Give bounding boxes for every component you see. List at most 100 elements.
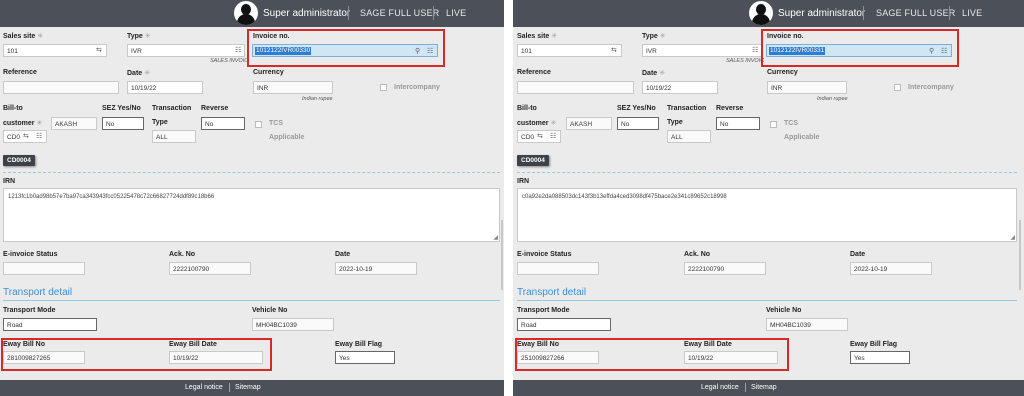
irn-textarea[interactable]: 1213fc1b0ad98b57e7ba97ca343943fcc0522547… — [3, 188, 500, 242]
customer-chip[interactable]: CD0004 — [3, 155, 35, 166]
avatar[interactable] — [749, 1, 773, 25]
lookup-icon[interactable]: ⇆ — [611, 46, 617, 54]
sales-site-field[interactable]: 101 — [517, 44, 622, 57]
einvoice-status-field[interactable] — [517, 262, 599, 275]
ack-date-field[interactable]: 2022-10-19 — [335, 262, 417, 275]
scrollbar[interactable] — [501, 220, 503, 290]
reverse-label: Reverse — [716, 105, 744, 112]
list-icon[interactable]: ☷ — [36, 132, 42, 140]
user-name[interactable]: Super administrator — [778, 8, 865, 19]
type-field[interactable]: IVR — [642, 44, 762, 57]
eway-bill-flag-label: Eway Bill Flag — [335, 341, 383, 348]
currency-field[interactable]: INR — [253, 81, 333, 94]
transport-section-title: Transport detail — [517, 287, 587, 298]
lookup-icon[interactable]: ⇆ — [23, 132, 29, 140]
transport-mode-field[interactable]: Road — [517, 318, 611, 331]
transaction-type-label: Type — [152, 119, 168, 126]
list-icon[interactable]: ☷ — [235, 46, 241, 54]
eway-bill-flag-label: Eway Bill Flag — [850, 341, 898, 348]
customer-chip[interactable]: CD0004 — [517, 155, 549, 166]
highlight-invoice-no — [247, 29, 445, 67]
sez-field[interactable]: No — [617, 117, 659, 130]
type-field[interactable]: IVR — [127, 44, 245, 57]
divider — [3, 172, 500, 173]
environment-label[interactable]: LIVE — [446, 8, 466, 18]
type-hint: SALES INVOIC — [726, 58, 765, 64]
currency-hint: Indian rupee — [817, 96, 848, 102]
transport-mode-field[interactable]: Road — [3, 318, 97, 331]
user-role[interactable]: SAGE FULL USER — [360, 8, 440, 18]
legal-notice-link[interactable]: Legal notice — [701, 384, 739, 391]
user-role[interactable]: SAGE FULL USER — [876, 8, 956, 18]
tcs-applicable-label: Applicable — [269, 134, 305, 141]
transaction-type-label: Type — [667, 119, 683, 126]
eway-bill-flag-field[interactable]: Yes — [850, 351, 910, 364]
legal-notice-link[interactable]: Legal notice — [185, 384, 223, 391]
einvoice-status-label: E-invoice Status — [3, 251, 58, 258]
reference-label: Reference — [517, 69, 551, 76]
bill-to-name-field[interactable]: AKASH — [566, 117, 612, 130]
tcs-applicable-label: Applicable — [784, 134, 820, 141]
highlight-eway-bill — [515, 338, 789, 371]
transport-mode-label: Transport Mode — [3, 307, 56, 314]
ack-date-field[interactable]: 2022-10-19 — [850, 262, 932, 275]
bill-to-name-field[interactable]: AKASH — [51, 117, 97, 130]
vehicle-no-field[interactable]: MH04BC1039 — [252, 318, 334, 331]
divider — [3, 300, 500, 301]
reverse-field[interactable]: No — [201, 117, 245, 130]
intercompany-checkbox[interactable] — [380, 84, 387, 91]
user-name[interactable]: Super administrator — [263, 8, 350, 19]
resize-grip-icon[interactable]: ◢ — [493, 234, 498, 241]
sitemap-link[interactable]: Sitemap — [235, 384, 261, 391]
resize-grip-icon[interactable]: ◢ — [1010, 234, 1015, 241]
intercompany-label: Intercompany — [394, 84, 440, 91]
currency-field[interactable]: INR — [767, 81, 847, 94]
ack-date-label: Date — [335, 251, 351, 258]
top-bar: Super administrator SAGE FULL USER LIVE — [513, 0, 1024, 27]
avatar[interactable] — [234, 1, 258, 25]
transaction-type-field[interactable]: ALL — [152, 130, 196, 143]
tcs-checkbox[interactable] — [770, 121, 777, 128]
tcs-checkbox[interactable] — [255, 121, 262, 128]
highlight-invoice-no — [761, 29, 959, 67]
date-field[interactable]: 10/19/22 — [127, 81, 203, 94]
ack-no-field[interactable]: 2222100790 — [169, 262, 251, 275]
reference-field[interactable] — [3, 81, 119, 94]
eway-bill-flag-field[interactable]: Yes — [335, 351, 395, 364]
date-field[interactable]: 10/19/22 — [642, 81, 718, 94]
irn-textarea[interactable]: c0a92e2da088503dc143f3b13effda4ced3098df… — [517, 188, 1017, 242]
footer: Legal notice Sitemap — [513, 380, 1024, 396]
list-icon[interactable]: ☷ — [550, 132, 556, 140]
tcs-label: TCS — [784, 120, 798, 127]
intercompany-checkbox[interactable] — [894, 84, 901, 91]
vehicle-no-field[interactable]: MH04BC1039 — [766, 318, 848, 331]
transport-section-title: Transport detail — [3, 287, 73, 298]
lookup-icon[interactable]: ⇆ — [537, 132, 543, 140]
reverse-field[interactable]: No — [716, 117, 760, 130]
left-invoice-panel: Super administrator SAGE FULL USER LIVE … — [0, 0, 504, 396]
date-label: Date ✳ — [642, 70, 666, 77]
einvoice-status-field[interactable] — [3, 262, 85, 275]
lookup-icon[interactable]: ⇆ — [96, 46, 102, 54]
environment-label[interactable]: LIVE — [962, 8, 982, 18]
type-label: Type ✳ — [127, 33, 151, 40]
ack-no-field[interactable]: 2222100790 — [684, 262, 766, 275]
type-hint: SALES INVOIC — [210, 58, 249, 64]
sez-field[interactable]: No — [102, 117, 144, 130]
sales-site-field[interactable]: 101 — [3, 44, 107, 57]
list-icon[interactable]: ☷ — [752, 46, 758, 54]
transaction-type-field[interactable]: ALL — [667, 130, 711, 143]
ack-date-label: Date — [850, 251, 866, 258]
vehicle-no-label: Vehicle No — [252, 307, 288, 314]
ack-no-label: Ack. No — [169, 251, 196, 258]
currency-label: Currency — [253, 69, 284, 76]
reference-label: Reference — [3, 69, 37, 76]
intercompany-label: Intercompany — [908, 84, 954, 91]
customer-label: customer ✳ — [3, 120, 43, 127]
scrollbar[interactable] — [1019, 220, 1021, 290]
sitemap-link[interactable]: Sitemap — [751, 384, 777, 391]
sales-site-label: Sales site ✳ — [3, 33, 44, 40]
transaction-label: Transaction — [667, 105, 707, 112]
right-invoice-panel: Super administrator SAGE FULL USER LIVE … — [513, 0, 1024, 396]
reference-field[interactable] — [517, 81, 634, 94]
